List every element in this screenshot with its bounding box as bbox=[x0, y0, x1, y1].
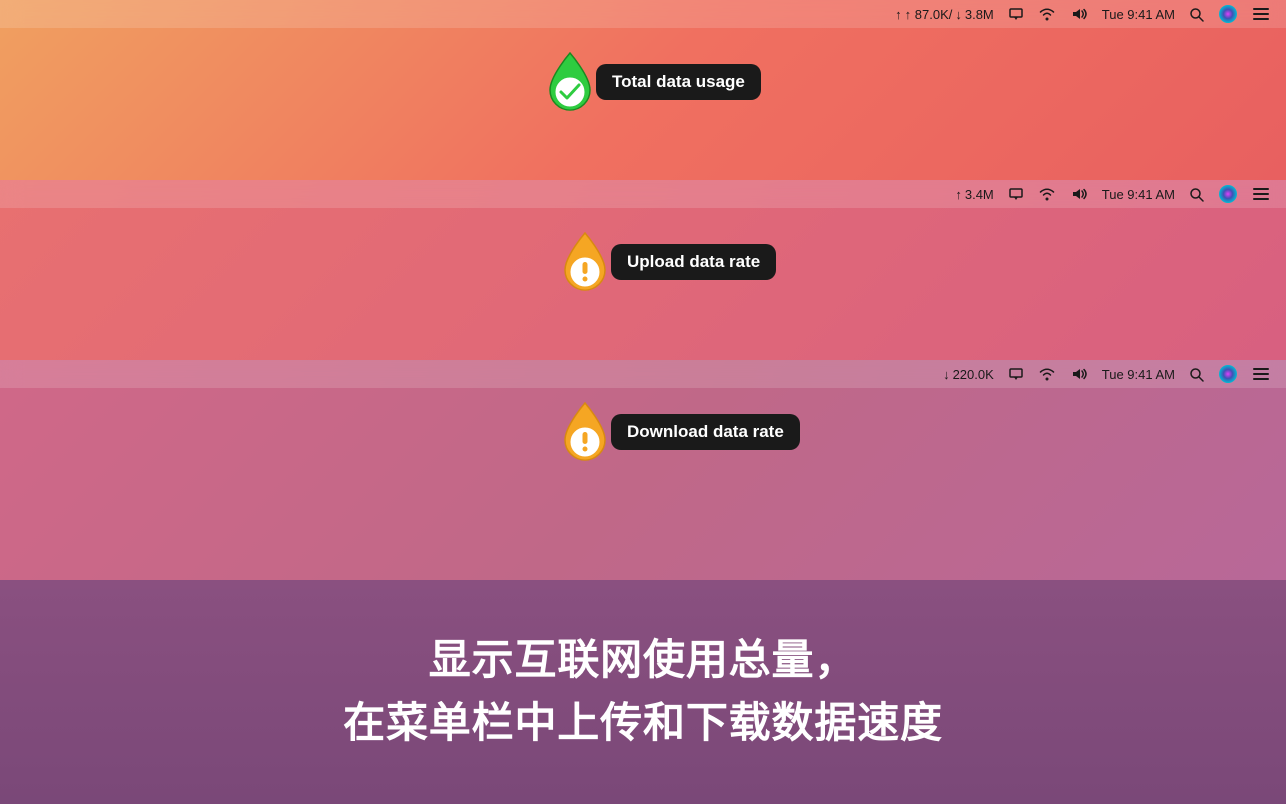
bottom-line1: 显示互联网使用总量， bbox=[429, 633, 857, 688]
download-rate-value: 220.0K bbox=[953, 367, 994, 382]
tooltip-bubble-download: Download data rate bbox=[611, 414, 800, 450]
panel-download-rate: ↓ 220.0K Tue 9:41 AM bbox=[0, 360, 1286, 580]
airplay-icon-3 bbox=[1008, 367, 1024, 381]
upload-icon: ↑ bbox=[895, 7, 902, 22]
upload-value: ↑ 87.0K/ bbox=[905, 7, 953, 22]
siri-icon[interactable] bbox=[1218, 4, 1238, 24]
menu-icon-3[interactable] bbox=[1252, 367, 1270, 381]
menubar-2: ↑ 3.4M Tue 9:41 AM bbox=[0, 180, 1286, 208]
volume-icon bbox=[1070, 7, 1088, 21]
wifi-icon-2 bbox=[1038, 187, 1056, 201]
tooltip-total-usage: Total data usage bbox=[540, 48, 761, 116]
download-value: 3.8M bbox=[965, 7, 994, 22]
upload-rate-value: 3.4M bbox=[965, 187, 994, 202]
menu-icon[interactable] bbox=[1252, 7, 1270, 21]
menubar-upload-only: ↑ 3.4M bbox=[955, 187, 993, 202]
search-icon-3[interactable] bbox=[1189, 367, 1204, 382]
time-display-2: Tue 9:41 AM bbox=[1102, 187, 1175, 202]
menubar-upload-download: ↑ ↑ 87.0K/ ↓ 3.8M bbox=[895, 7, 994, 22]
time-text-2: Tue 9:41 AM bbox=[1102, 187, 1175, 202]
time-text: Tue 9:41 AM bbox=[1102, 7, 1175, 22]
volume-icon-2 bbox=[1070, 187, 1088, 201]
panel-upload-rate: ↑ 3.4M Tue 9:41 AM bbox=[0, 180, 1286, 360]
airplay-icon-2 bbox=[1008, 187, 1024, 201]
tooltip-bubble-total: Total data usage bbox=[596, 64, 761, 100]
download-icon: ↓ bbox=[955, 7, 962, 22]
search-icon[interactable] bbox=[1189, 7, 1204, 22]
wifi-icon-3 bbox=[1038, 367, 1056, 381]
tooltip-bubble-upload: Upload data rate bbox=[611, 244, 776, 280]
search-icon-2[interactable] bbox=[1189, 187, 1204, 202]
menubar-1: ↑ ↑ 87.0K/ ↓ 3.8M Tue 9:41 AM bbox=[0, 0, 1286, 28]
siri-icon-2[interactable] bbox=[1218, 184, 1238, 204]
time-text-3: Tue 9:41 AM bbox=[1102, 367, 1175, 382]
bottom-line2: 在菜单栏中上传和下载数据速度 bbox=[343, 696, 943, 751]
siri-icon-3[interactable] bbox=[1218, 364, 1238, 384]
time-display-3: Tue 9:41 AM bbox=[1102, 367, 1175, 382]
menu-icon-2[interactable] bbox=[1252, 187, 1270, 201]
tooltip-upload-rate: Upload data rate bbox=[555, 228, 776, 296]
volume-icon-3 bbox=[1070, 367, 1088, 381]
tooltip-download-rate: Download data rate bbox=[555, 398, 800, 466]
menubar-download-only: ↓ 220.0K bbox=[943, 367, 994, 382]
menubar-3: ↓ 220.0K Tue 9:41 AM bbox=[0, 360, 1286, 388]
bottom-description: 显示互联网使用总量， 在菜单栏中上传和下载数据速度 bbox=[0, 580, 1286, 804]
download-arrow: ↓ bbox=[943, 367, 950, 382]
wifi-icon bbox=[1038, 7, 1056, 21]
panel-total-usage: ↑ ↑ 87.0K/ ↓ 3.8M Tue 9:41 AM bbox=[0, 0, 1286, 180]
time-display: Tue 9:41 AM bbox=[1102, 7, 1175, 22]
upload-arrow: ↑ bbox=[955, 187, 962, 202]
airplay-icon bbox=[1008, 7, 1024, 21]
